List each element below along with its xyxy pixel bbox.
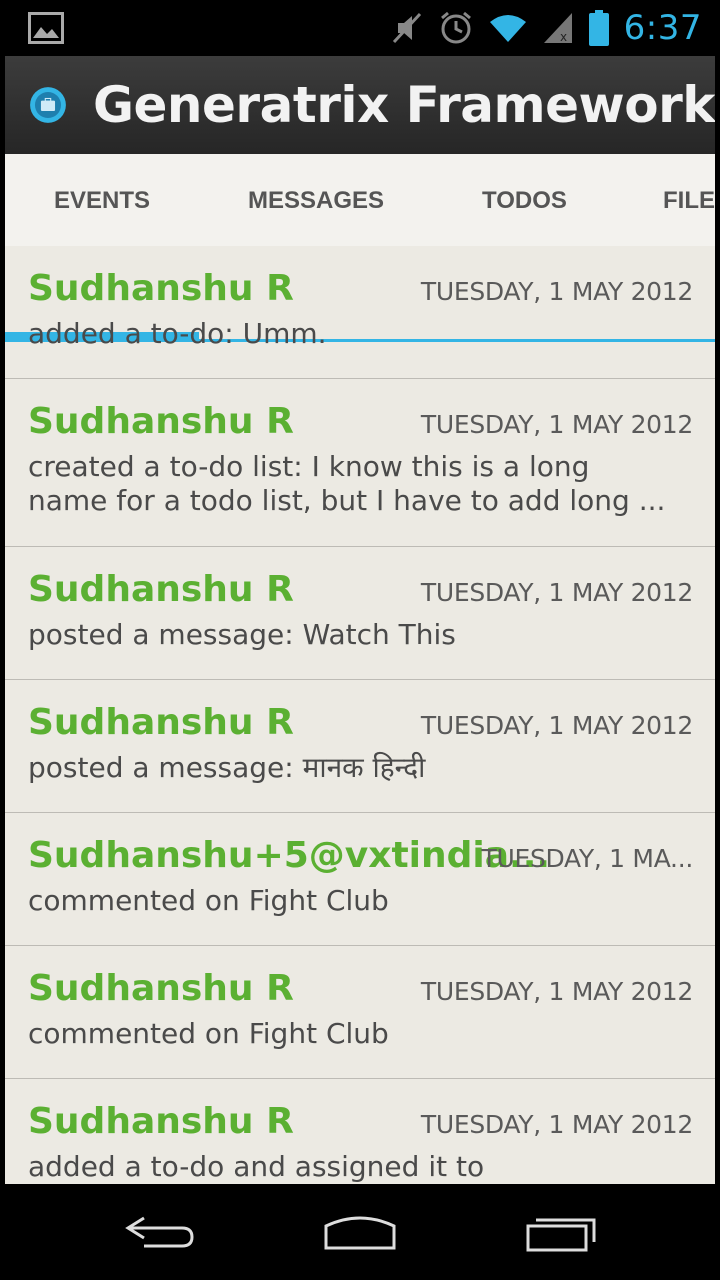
tab-files[interactable]: FILE [663, 154, 715, 246]
list-item[interactable]: Sudhanshu R TUESDAY, 1 MAY 2012 posted a… [5, 547, 715, 680]
event-author: Sudhanshu R [28, 968, 294, 1009]
event-date: TUESDAY, 1 MAY 2012 [420, 410, 693, 439]
wifi-icon [489, 15, 526, 42]
tab-todos[interactable]: TODOS [482, 154, 567, 246]
event-author: Sudhanshu R [28, 569, 294, 610]
event-author: Sudhanshu R [28, 702, 294, 743]
app-title: Generatrix Framework [92, 76, 715, 134]
svg-text:x: x [560, 30, 567, 44]
list-item[interactable]: Sudhanshu R TUESDAY, 1 MAY 2012 added a … [5, 1079, 715, 1184]
event-author: Sudhanshu+5@vxtindia... [28, 835, 551, 876]
event-description: posted a message: Watch This [28, 618, 456, 651]
event-author: Sudhanshu R [28, 1101, 294, 1142]
event-feed[interactable]: Sudhanshu R TUESDAY, 1 MAY 2012 added a … [5, 246, 715, 1184]
event-date: TUESDAY, 1 MAY 2012 [420, 711, 693, 740]
back-icon[interactable] [120, 1208, 200, 1256]
event-date: TUESDAY, 1 MAY 2012 [420, 578, 693, 607]
mute-icon [392, 12, 421, 44]
tab-events[interactable]: EVENTS [54, 154, 150, 246]
status-icons: x 6:37 [390, 0, 702, 56]
battery-icon [588, 10, 609, 46]
signal-icon: x [543, 13, 572, 44]
status-bar: x 6:37 [0, 0, 720, 56]
action-bar: Generatrix Framework [5, 56, 715, 154]
event-description: added a to-do: Umm. [28, 317, 327, 350]
list-item[interactable]: Sudhanshu R TUESDAY, 1 MAY 2012 added a … [5, 246, 715, 379]
event-date: TUESDAY, 1 MAY 2012 [420, 1110, 693, 1139]
list-item[interactable]: Sudhanshu+5@vxtindia... TUESDAY, 1 MA...… [5, 813, 715, 946]
event-date: TUESDAY, 1 MAY 2012 [420, 977, 693, 1006]
picture-icon [28, 12, 64, 44]
event-author: Sudhanshu R [28, 268, 294, 309]
tab-messages[interactable]: MESSAGES [248, 154, 384, 246]
app-window: Generatrix Framework EVENTS MESSAGES TOD… [5, 56, 715, 1184]
recent-apps-icon[interactable] [520, 1208, 600, 1256]
event-date: TUESDAY, 1 MAY 2012 [420, 277, 693, 306]
event-description: added a to-do and assigned it to [28, 1150, 485, 1183]
event-author: Sudhanshu R [28, 401, 294, 442]
event-date: TUESDAY, 1 MA... [481, 844, 694, 873]
event-description: commented on Fight Club [28, 884, 389, 917]
list-item[interactable]: Sudhanshu R TUESDAY, 1 MAY 2012 created … [5, 379, 715, 547]
navigation-bar [0, 1184, 720, 1280]
alarm-icon [440, 11, 471, 44]
status-clock: 6:37 [623, 8, 702, 48]
list-item[interactable]: Sudhanshu R TUESDAY, 1 MAY 2012 posted a… [5, 680, 715, 813]
briefcase-icon[interactable] [29, 70, 67, 140]
list-item[interactable]: Sudhanshu R TUESDAY, 1 MAY 2012 commente… [5, 946, 715, 1079]
home-icon[interactable] [320, 1208, 400, 1256]
tab-bar: EVENTS MESSAGES TODOS FILE [5, 154, 715, 342]
event-description: created a to-do list: I know this is a l… [28, 450, 666, 517]
event-description: posted a message: मानक हिन्दी [28, 751, 426, 784]
event-description: commented on Fight Club [28, 1017, 389, 1050]
